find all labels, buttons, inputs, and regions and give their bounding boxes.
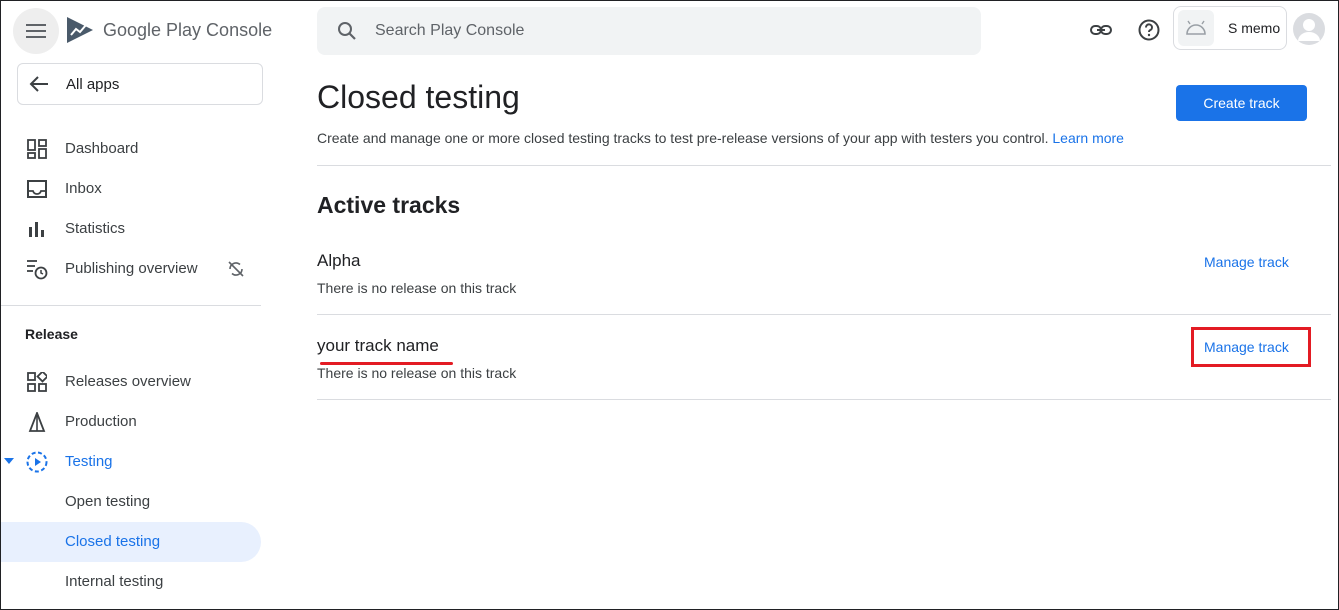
track-divider	[317, 314, 1331, 315]
search-icon	[338, 22, 356, 40]
sidebar-item-label: Production	[65, 413, 137, 430]
production-icon	[25, 410, 49, 434]
sidebar-item-testing[interactable]: Testing	[1, 442, 261, 482]
releases-overview-icon	[25, 370, 49, 394]
dashboard-icon	[25, 137, 49, 161]
sidebar-divider	[1, 305, 261, 306]
manage-track-link[interactable]: Manage track	[1204, 254, 1289, 270]
sidebar-item-label: Internal testing	[65, 573, 164, 590]
all-apps-label: All apps	[66, 75, 120, 93]
sidebar-item-label: Statistics	[65, 220, 126, 237]
page-title: Closed testing	[317, 79, 520, 115]
search-bar[interactable]: Search Play Console	[317, 7, 981, 55]
track-divider	[317, 399, 1331, 400]
sidebar-item-closed-testing[interactable]: Closed testing	[1, 522, 261, 562]
inbox-icon	[25, 177, 49, 201]
app-window: Google Play Console Search Play Console	[0, 0, 1339, 610]
sidebar-item-publishing-overview[interactable]: Publishing overview	[1, 249, 261, 289]
help-button[interactable]	[1135, 16, 1163, 44]
divider	[317, 165, 1331, 166]
page-description: Create and manage one or more closed tes…	[317, 130, 1124, 146]
sidebar-item-internal-testing[interactable]: Internal testing	[1, 562, 261, 602]
annotation-highlight-box	[1191, 327, 1311, 367]
search-input[interactable]: Search Play Console	[375, 22, 524, 40]
menu-button[interactable]	[13, 8, 59, 54]
play-console-logo-icon	[67, 17, 93, 43]
sidebar-item-inbox[interactable]: Inbox	[1, 169, 261, 209]
sidebar-item-open-testing[interactable]: Open testing	[1, 482, 261, 522]
statistics-icon	[25, 217, 49, 241]
copy-link-button[interactable]	[1087, 16, 1115, 44]
app-name: S memo	[1228, 20, 1281, 36]
sidebar-item-label: Publishing overview	[65, 260, 198, 277]
logo-text: Google Play Console	[103, 19, 273, 40]
learn-more-link[interactable]: Learn more	[1052, 130, 1124, 146]
sidebar-item-label: Releases overview	[65, 373, 191, 390]
description-text: Create and manage one or more closed tes…	[317, 130, 1049, 146]
section-title-active-tracks: Active tracks	[317, 192, 461, 218]
arrow-back-icon	[29, 76, 48, 92]
track-name: Alpha	[317, 251, 361, 270]
sidebar-section-release: Release	[25, 326, 78, 342]
play-console-logo[interactable]: Google Play Console	[65, 15, 272, 45]
all-apps-button[interactable]: All apps	[17, 63, 263, 105]
sidebar-item-label: Closed testing	[65, 533, 161, 550]
sidebar-item-label: Open testing	[65, 493, 151, 510]
publishing-icon	[25, 257, 49, 281]
android-icon	[1178, 10, 1214, 46]
sidebar-item-production[interactable]: Production	[1, 402, 261, 442]
sidebar-item-label: Testing	[65, 453, 113, 470]
help-icon	[1138, 19, 1160, 41]
testing-icon	[25, 450, 49, 474]
sidebar-item-label: Dashboard	[65, 140, 139, 157]
sidebar-item-statistics[interactable]: Statistics	[1, 209, 261, 249]
sidebar-item-releases-overview[interactable]: Releases overview	[1, 362, 261, 402]
chevron-down-icon[interactable]	[4, 458, 14, 464]
avatar-icon[interactable]	[1293, 13, 1325, 45]
menu-icon	[26, 24, 46, 38]
link-icon	[1090, 25, 1112, 35]
app-switcher[interactable]: S memo	[1173, 6, 1287, 50]
track-name: your track name	[317, 336, 439, 355]
track-status: There is no release on this track	[317, 280, 517, 296]
sidebar-item-label: Inbox	[65, 180, 102, 197]
sidebar-item-dashboard[interactable]: Dashboard	[1, 129, 261, 169]
sync-disabled-icon	[227, 260, 245, 283]
track-status: There is no release on this track	[317, 365, 517, 381]
create-track-button[interactable]: Create track	[1176, 85, 1307, 121]
